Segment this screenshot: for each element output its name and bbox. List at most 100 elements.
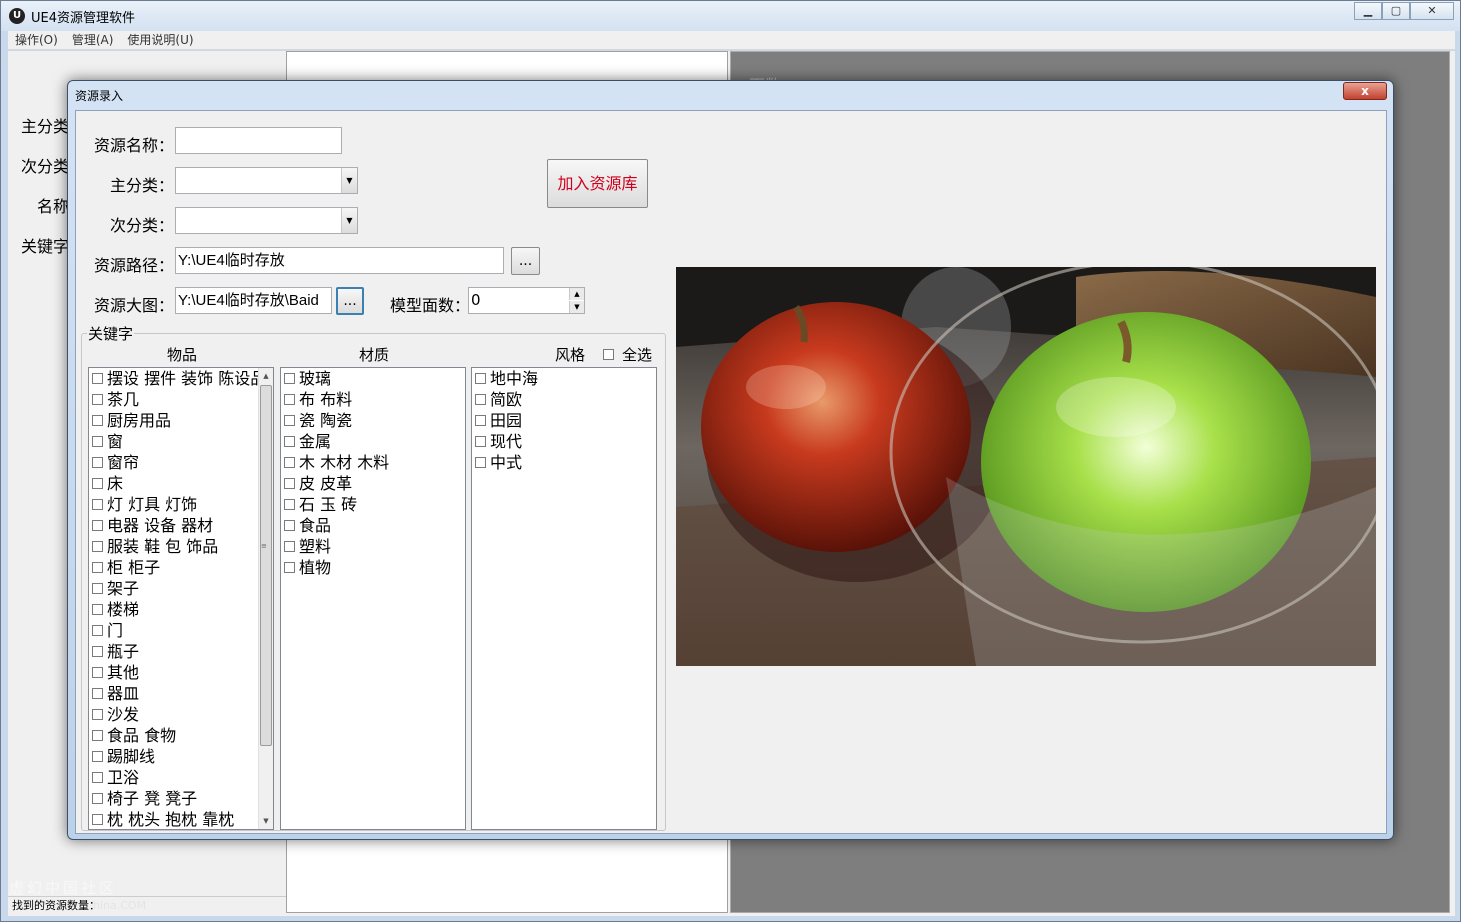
items-list-item[interactable]: 摆设 摆件 装饰 陈设品	[89, 368, 273, 389]
checkbox-icon[interactable]	[284, 394, 295, 405]
checkbox-icon[interactable]	[92, 730, 103, 741]
items-list-item[interactable]: 厨房用品	[89, 410, 273, 431]
styles-list-item[interactable]: 简欧	[472, 389, 656, 410]
items-list-item[interactable]: 沙发	[89, 704, 273, 725]
checkbox-icon[interactable]	[475, 394, 486, 405]
resource-path-input[interactable]: Y:\UE4临时存放	[175, 247, 504, 274]
menu-operate[interactable]: 操作(O)	[15, 31, 58, 49]
items-list-item[interactable]: 踢脚线	[89, 746, 273, 767]
materials-list-item[interactable]: 金属	[281, 431, 465, 452]
checkbox-icon[interactable]	[92, 499, 103, 510]
materials-list-item[interactable]: 石 玉 砖	[281, 494, 465, 515]
items-list-item[interactable]: 茶几	[89, 389, 273, 410]
checkbox-icon[interactable]	[92, 625, 103, 636]
checkbox-icon[interactable]	[92, 583, 103, 594]
dialog-close-button[interactable]: x	[1343, 82, 1387, 100]
items-list-item[interactable]: 椅子 凳 凳子	[89, 788, 273, 809]
items-list-item[interactable]: 柜 柜子	[89, 557, 273, 578]
items-scrollbar[interactable]: ▲ ≡ ▼	[258, 368, 273, 829]
styles-list[interactable]: 地中海 简欧 田园 现代 中式	[471, 367, 657, 830]
checkbox-icon[interactable]	[475, 415, 486, 426]
checkbox-icon[interactable]	[92, 415, 103, 426]
styles-list-item[interactable]: 田园	[472, 410, 656, 431]
items-list-item[interactable]: 窗帘	[89, 452, 273, 473]
close-button[interactable]: ✕	[1410, 2, 1454, 20]
styles-list-item[interactable]: 地中海	[472, 368, 656, 389]
checkbox-icon[interactable]	[92, 646, 103, 657]
checkbox-icon[interactable]	[284, 373, 295, 384]
items-list-item[interactable]: 食品 食物	[89, 725, 273, 746]
checkbox-icon[interactable]	[92, 436, 103, 447]
checkbox-icon[interactable]	[284, 415, 295, 426]
checkbox-icon[interactable]	[92, 751, 103, 762]
items-list-item[interactable]: 瓶子	[89, 641, 273, 662]
resource-image-input[interactable]: Y:\UE4临时存放\Baid	[175, 287, 332, 314]
styles-list-item[interactable]: 中式	[472, 452, 656, 473]
checkbox-icon[interactable]	[284, 436, 295, 447]
maximize-button[interactable]: ▢	[1382, 2, 1410, 20]
checkbox-icon[interactable]	[92, 478, 103, 489]
checkbox-icon[interactable]	[92, 709, 103, 720]
items-list-item[interactable]: 服装 鞋 包 饰品	[89, 536, 273, 557]
checkbox-icon[interactable]	[284, 562, 295, 573]
items-list-item[interactable]: 其他	[89, 662, 273, 683]
minimize-button[interactable]: ▁	[1354, 2, 1382, 20]
items-list-item[interactable]: 架子	[89, 578, 273, 599]
checkbox-icon[interactable]	[284, 499, 295, 510]
spin-down-icon[interactable]: ▼	[569, 301, 584, 313]
materials-list[interactable]: 玻璃布 布料瓷 陶瓷 金属木 木材 木料皮 皮革石 玉 砖食品 塑料 植物	[280, 367, 466, 830]
materials-list-item[interactable]: 皮 皮革	[281, 473, 465, 494]
scroll-down-icon[interactable]: ▼	[259, 813, 273, 829]
items-list[interactable]: 摆设 摆件 装饰 陈设品 茶几 厨房用品窗窗帘床灯 灯具 灯饰 电器 设备 器材 服装 …	[88, 367, 274, 830]
materials-list-item[interactable]: 布 布料	[281, 389, 465, 410]
checkbox-icon[interactable]	[284, 520, 295, 531]
items-list-item[interactable]: 枕 枕头 抱枕 靠枕	[89, 809, 273, 829]
scrollbar-thumb[interactable]	[260, 385, 272, 746]
resource-name-input[interactable]	[175, 127, 342, 154]
materials-list-item[interactable]: 木 木材 木料	[281, 452, 465, 473]
checkbox-icon[interactable]	[284, 541, 295, 552]
scroll-up-icon[interactable]: ▲	[259, 368, 273, 384]
checkbox-icon[interactable]	[92, 793, 103, 804]
spin-up-icon[interactable]: ▲	[569, 288, 584, 300]
materials-list-item[interactable]: 玻璃	[281, 368, 465, 389]
items-list-item[interactable]: 门	[89, 620, 273, 641]
items-list-item[interactable]: 器皿	[89, 683, 273, 704]
checkbox-icon[interactable]	[92, 520, 103, 531]
checkbox-icon[interactable]	[284, 478, 295, 489]
materials-list-item[interactable]: 瓷 陶瓷	[281, 410, 465, 431]
menu-manage[interactable]: 管理(A)	[72, 31, 114, 49]
checkbox-icon[interactable]	[475, 436, 486, 447]
select-all-checkbox[interactable]: 全选	[603, 344, 652, 365]
browse-path-button[interactable]: ...	[511, 247, 540, 275]
items-list-item[interactable]: 窗	[89, 431, 273, 452]
model-faces-spinner[interactable]: 0 ▲ ▼	[468, 287, 585, 314]
checkbox-icon[interactable]	[92, 373, 103, 384]
checkbox-icon[interactable]	[92, 541, 103, 552]
items-list-item[interactable]: 床	[89, 473, 273, 494]
checkbox-icon[interactable]	[92, 604, 103, 615]
materials-list-item[interactable]: 塑料	[281, 536, 465, 557]
checkbox-icon[interactable]	[92, 814, 103, 825]
items-list-item[interactable]: 楼梯	[89, 599, 273, 620]
checkbox-icon[interactable]	[475, 457, 486, 468]
items-list-item[interactable]: 卫浴	[89, 767, 273, 788]
materials-list-item[interactable]: 食品	[281, 515, 465, 536]
styles-list-item[interactable]: 现代	[472, 431, 656, 452]
checkbox-icon[interactable]	[92, 688, 103, 699]
menu-help[interactable]: 使用说明(U)	[127, 31, 193, 49]
items-list-item[interactable]: 灯 灯具 灯饰	[89, 494, 273, 515]
checkbox-icon[interactable]	[92, 667, 103, 678]
checkbox-icon[interactable]	[92, 772, 103, 783]
sub-category-select[interactable]: ▼	[175, 207, 358, 234]
checkbox-icon[interactable]	[284, 457, 295, 468]
checkbox-icon[interactable]	[92, 394, 103, 405]
items-list-item[interactable]: 电器 设备 器材	[89, 515, 273, 536]
checkbox-icon[interactable]	[475, 373, 486, 384]
materials-list-item[interactable]: 植物	[281, 557, 465, 578]
main-category-select[interactable]: ▼	[175, 167, 358, 194]
checkbox-icon[interactable]	[92, 562, 103, 573]
browse-image-button[interactable]: ...	[336, 287, 364, 315]
add-to-library-button[interactable]: 加入资源库	[547, 159, 648, 208]
checkbox-icon[interactable]	[92, 457, 103, 468]
